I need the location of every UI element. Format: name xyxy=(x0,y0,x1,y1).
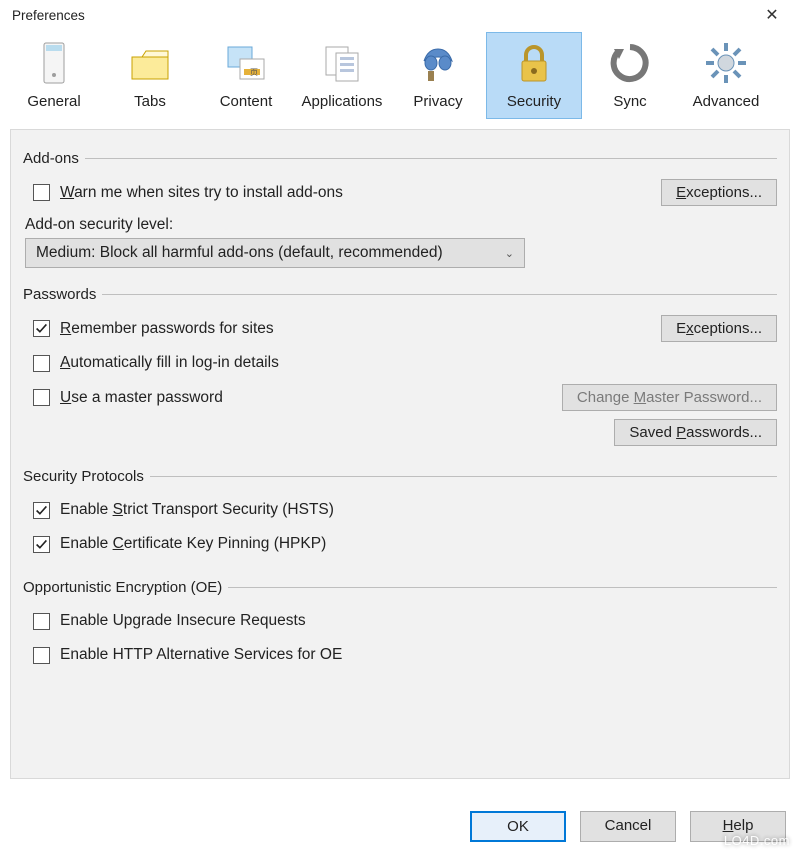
checkbox-master-password[interactable] xyxy=(33,389,50,406)
group-legend: Passwords xyxy=(23,286,102,303)
change-master-password-button[interactable]: Change Master Password... xyxy=(562,384,777,411)
close-icon[interactable]: ✕ xyxy=(752,5,792,25)
titlebar: Preferences ✕ xyxy=(0,0,800,28)
content-icon: 页 xyxy=(222,39,270,87)
group-legend: Opportunistic Encryption (OE) xyxy=(23,579,228,596)
group-legend: Security Protocols xyxy=(23,468,150,485)
window-title: Preferences xyxy=(12,8,752,23)
label-autofill-login: Automatically fill in log-in details xyxy=(60,354,279,372)
tab-applications[interactable]: Applications xyxy=(294,32,390,119)
tab-label: Sync xyxy=(613,93,646,110)
group-passwords: Passwords Remember passwords for sites E… xyxy=(23,286,777,454)
tab-label: Tabs xyxy=(134,93,166,110)
tab-label: Security xyxy=(507,93,561,110)
security-panel: Add-ons Warn me when sites try to instal… xyxy=(10,129,790,779)
checkbox-hpkp[interactable] xyxy=(33,536,50,553)
checkbox-upgrade-insecure[interactable] xyxy=(33,613,50,630)
label-hsts: Enable Strict Transport Security (HSTS) xyxy=(60,501,334,519)
group-addons: Add-ons Warn me when sites try to instal… xyxy=(23,150,777,272)
chevron-down-icon: ⌄ xyxy=(505,247,514,260)
cancel-button[interactable]: Cancel xyxy=(580,811,676,842)
label-hpkp: Enable Certificate Key Pinning (HPKP) xyxy=(60,535,326,553)
group-opportunistic-encryption: Opportunistic Encryption (OE) Enable Upg… xyxy=(23,579,777,676)
tab-label: Advanced xyxy=(693,93,760,110)
addons-exceptions-button[interactable]: Exceptions... xyxy=(661,179,777,206)
tab-content[interactable]: 页 Content xyxy=(198,32,294,119)
tab-sync[interactable]: Sync xyxy=(582,32,678,119)
svg-text:页: 页 xyxy=(250,68,258,77)
saved-passwords-button[interactable]: Saved Passwords... xyxy=(614,419,777,446)
preferences-toolbar: General Tabs 页 Content Applications Priv… xyxy=(0,28,800,119)
tabs-icon xyxy=(126,39,174,87)
security-icon xyxy=(510,39,558,87)
passwords-exceptions-button[interactable]: Exceptions... xyxy=(661,315,777,342)
watermark: LO4D.com xyxy=(724,833,790,848)
applications-icon xyxy=(318,39,366,87)
tab-privacy[interactable]: Privacy xyxy=(390,32,486,119)
tab-general[interactable]: General xyxy=(6,32,102,119)
tab-tabs[interactable]: Tabs xyxy=(102,32,198,119)
checkbox-http-alt-svc[interactable] xyxy=(33,647,50,664)
tab-label: Privacy xyxy=(413,93,462,110)
label-http-alt-svc: Enable HTTP Alternative Services for OE xyxy=(60,646,342,664)
group-security-protocols: Security Protocols Enable Strict Transpo… xyxy=(23,468,777,565)
privacy-icon xyxy=(414,39,462,87)
ok-button[interactable]: OK xyxy=(470,811,566,842)
tab-label: General xyxy=(27,93,80,110)
checkbox-hsts[interactable] xyxy=(33,502,50,519)
dropdown-addon-security-level[interactable]: Medium: Block all harmful add-ons (defau… xyxy=(25,238,525,268)
tab-label: Applications xyxy=(302,93,383,110)
group-legend: Add-ons xyxy=(23,150,85,167)
checkbox-autofill-login[interactable] xyxy=(33,355,50,372)
label-upgrade-insecure: Enable Upgrade Insecure Requests xyxy=(60,612,306,630)
tab-security[interactable]: Security xyxy=(486,32,582,119)
tab-advanced[interactable]: Advanced xyxy=(678,32,774,119)
advanced-icon xyxy=(702,39,750,87)
checkbox-warn-addons[interactable] xyxy=(33,184,50,201)
tab-label: Content xyxy=(220,93,273,110)
sync-icon xyxy=(606,39,654,87)
checkbox-remember-passwords[interactable] xyxy=(33,320,50,337)
general-icon xyxy=(30,39,78,87)
label-warn-addons: Warn me when sites try to install add-on… xyxy=(60,184,343,202)
dropdown-value: Medium: Block all harmful add-ons (defau… xyxy=(36,244,443,262)
label-addon-security-level: Add-on security level: xyxy=(23,210,777,238)
label-master-password: Use a master password xyxy=(60,389,223,407)
label-remember-passwords: Remember passwords for sites xyxy=(60,320,274,338)
